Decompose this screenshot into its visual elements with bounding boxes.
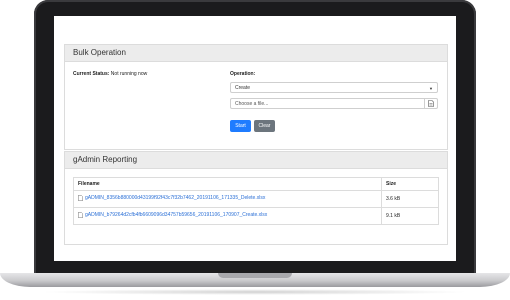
laptop-notch (218, 273, 292, 278)
report-file-link[interactable]: gADMIN_8356b880000d43199f92f43c7f32b7462… (78, 195, 265, 201)
filename-cell: gADMIN_b79264d2cfb4fb6609096d34757b59656… (73, 207, 382, 225)
reports-table: Filename Size gADMIN_8356b880000d43199f9… (73, 177, 439, 225)
column-size: Size (381, 177, 439, 191)
report-filename: gADMIN_b79264d2cfb4fb6609096d34757b59656… (85, 212, 268, 218)
file-browse-button[interactable] (424, 98, 437, 109)
table-header-row: Filename Size (73, 177, 439, 191)
clear-button[interactable]: Clear (254, 120, 275, 132)
table-row: gADMIN_b79264d2cfb4fb6609096d34757b59656… (73, 207, 439, 225)
document-icon (78, 212, 83, 218)
document-icon (428, 100, 434, 107)
bulk-operation-card: Bulk Operation Current Status: Not runni… (64, 44, 448, 150)
column-filename: Filename (73, 177, 382, 191)
filename-cell: gADMIN_8356b880000d43199f92f43c7f32b7462… (73, 190, 382, 208)
start-button[interactable]: Start (230, 120, 251, 132)
chevron-down-icon: ▼ (429, 86, 433, 91)
file-placeholder: Choose a file... (235, 101, 269, 107)
report-file-link[interactable]: gADMIN_b79264d2cfb4fb6609096d34757b59656… (78, 212, 267, 218)
current-status: Current Status: Not running now (73, 71, 147, 77)
status-label: Current Status: (73, 71, 110, 77)
operation-select[interactable]: Create ▼ (230, 82, 438, 93)
document-icon (78, 195, 83, 201)
laptop-shadow (40, 289, 470, 295)
size-cell: 3.6 kB (381, 190, 439, 208)
report-filename: gADMIN_8356b880000d43199f92f43c7f32b7462… (85, 195, 266, 201)
file-input[interactable]: Choose a file... (230, 98, 438, 109)
operation-label: Operation: (230, 71, 256, 77)
operation-selected-value: Create (235, 85, 251, 91)
size-cell: 9.1 kB (381, 207, 439, 225)
status-value: Not running now (110, 71, 148, 77)
table-row: gADMIN_8356b880000d43199f92f43c7f32b7462… (73, 190, 439, 208)
reporting-card: gAdmin Reporting Filename Size gADMIN_83… (64, 151, 448, 245)
bulk-operation-title: Bulk Operation (65, 45, 447, 62)
screen: Bulk Operation Current Status: Not runni… (54, 16, 456, 261)
reporting-title: gAdmin Reporting (65, 152, 447, 169)
